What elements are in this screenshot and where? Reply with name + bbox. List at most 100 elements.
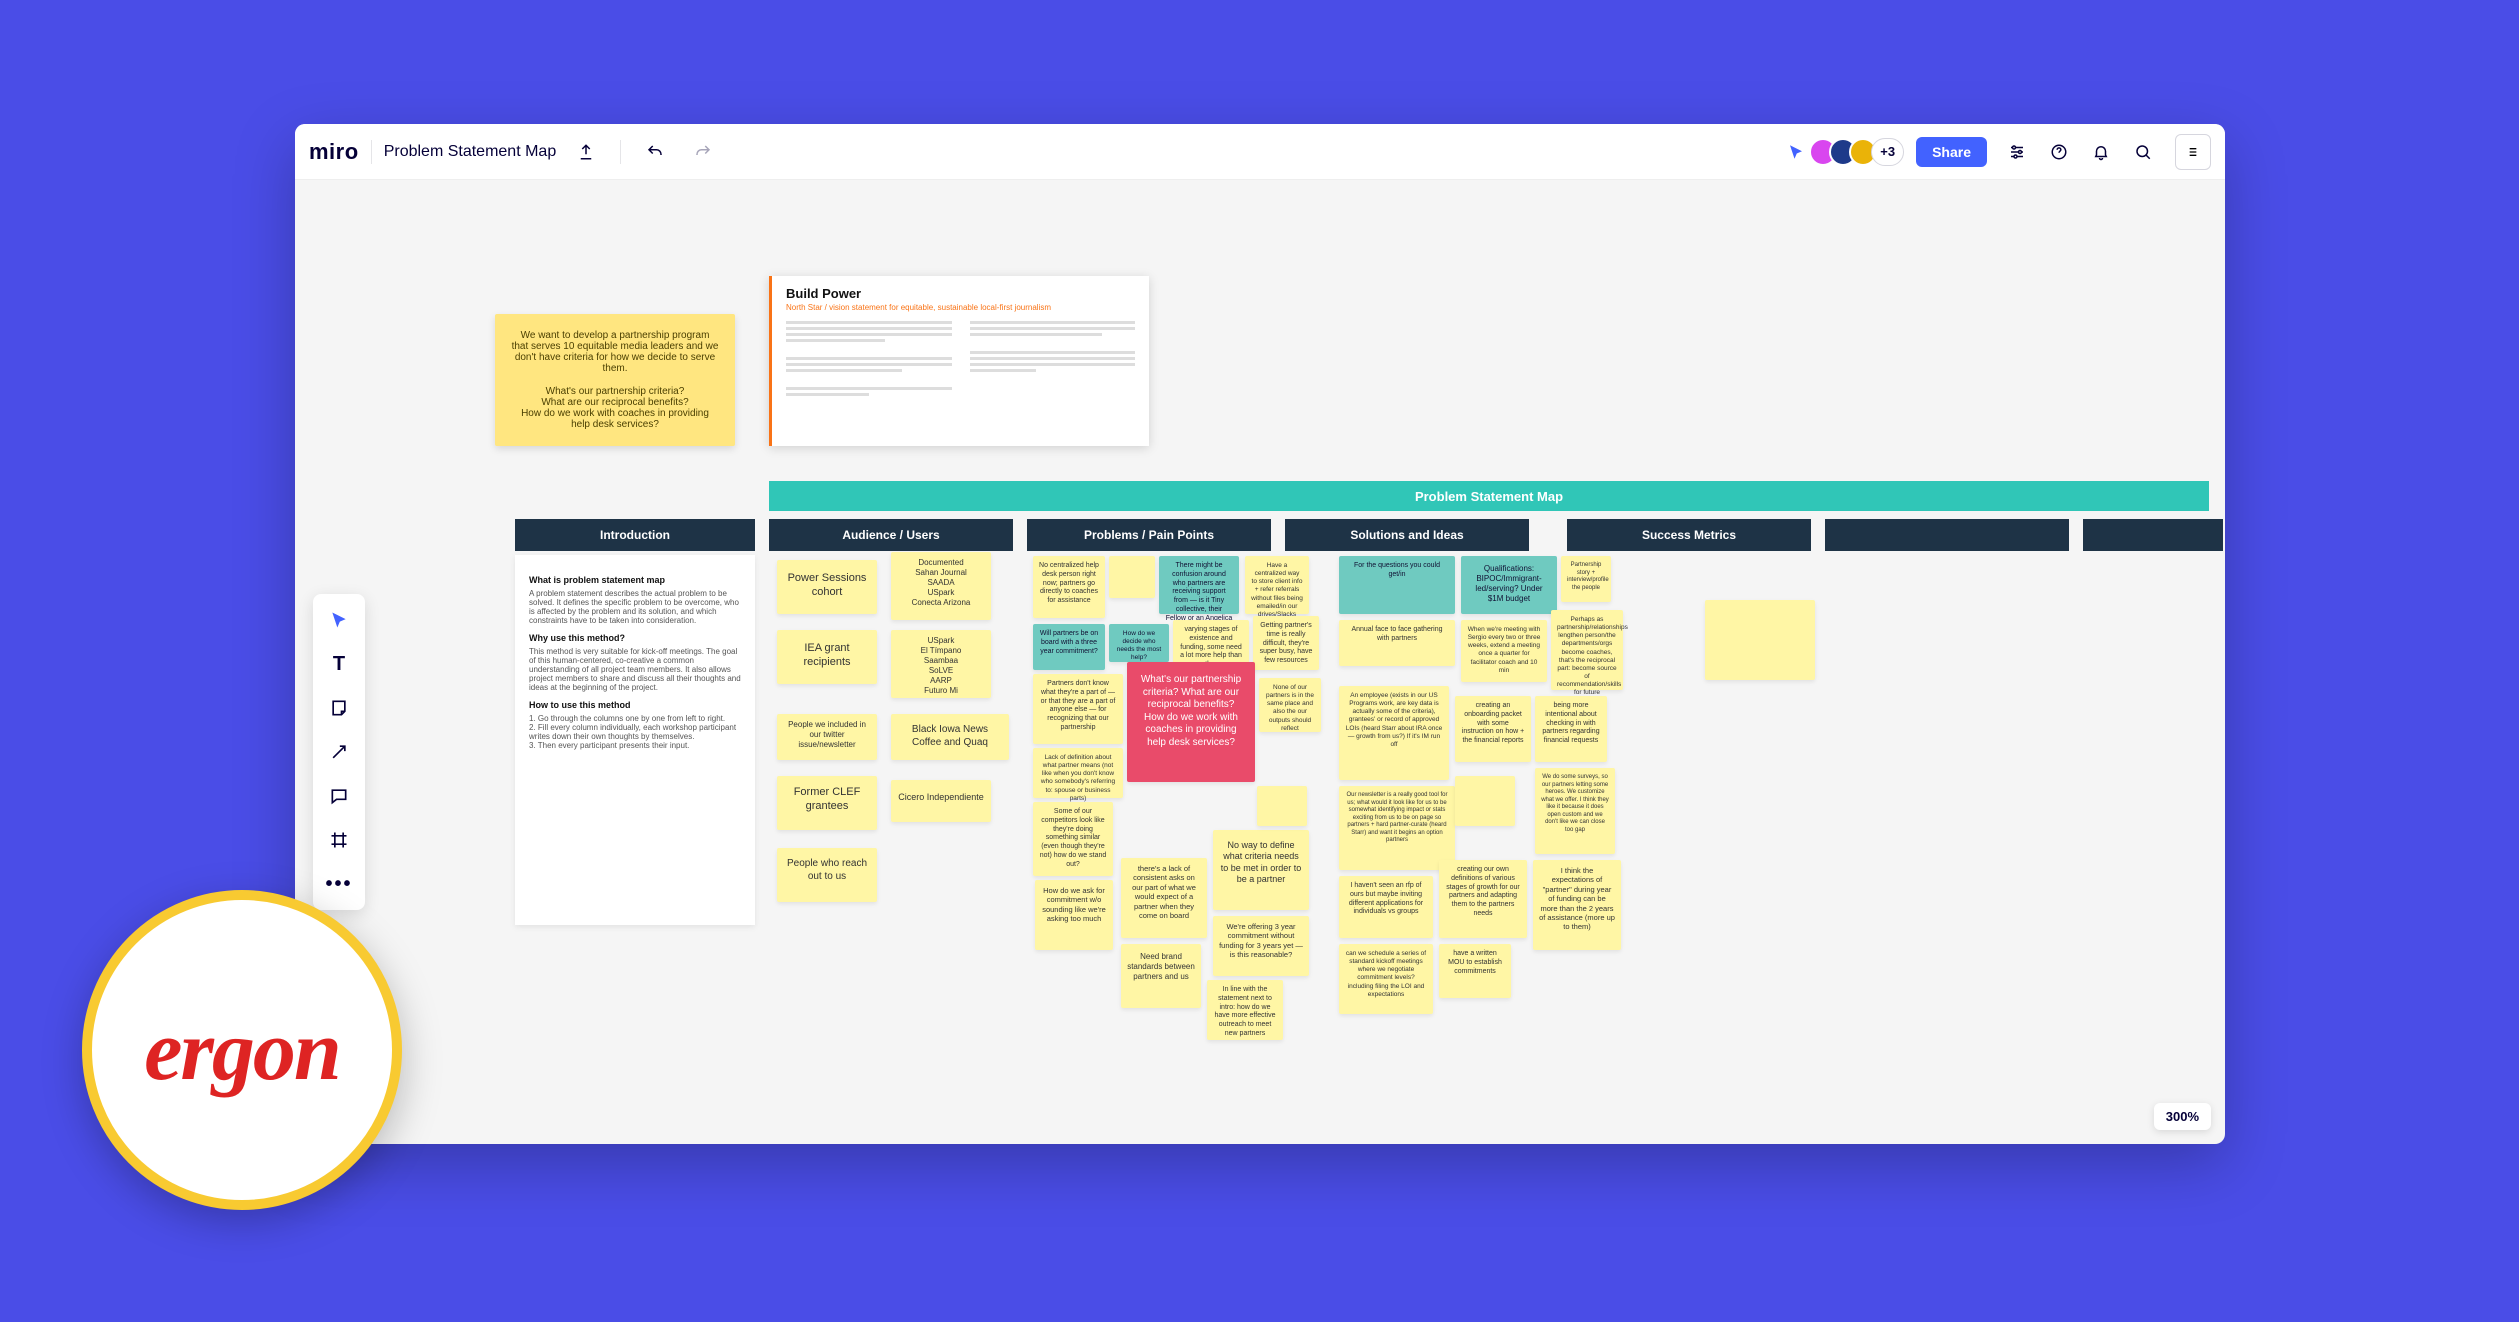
- sticky[interactable]: USpark El Tímpano Saambaa SoLVE AARP Fut…: [891, 630, 991, 698]
- intro-li: 1. Go through the columns one by one fro…: [529, 714, 741, 723]
- sticky[interactable]: I haven't seen an rfp of ours but maybe …: [1339, 876, 1433, 938]
- intro-h: Why use this method?: [529, 633, 741, 643]
- redo-icon: [694, 143, 712, 161]
- sticky[interactable]: Partners don't know what they're a part …: [1033, 674, 1123, 744]
- search-icon: [2134, 143, 2152, 161]
- sticky[interactable]: Partnership story + interview/profile th…: [1561, 556, 1611, 602]
- help-icon: [2050, 143, 2068, 161]
- doc-subtitle: North Star / vision statement for equita…: [786, 303, 1135, 312]
- embedded-doc[interactable]: Build Power North Star / vision statemen…: [769, 276, 1149, 446]
- sticky[interactable]: Former CLEF grantees: [777, 776, 877, 830]
- sticky[interactable]: have a written MOU to establish commitme…: [1439, 944, 1511, 998]
- help-button[interactable]: [2041, 134, 2077, 170]
- canvas[interactable]: We want to develop a partnership program…: [295, 180, 2225, 1144]
- column-header: Success Metrics: [1567, 519, 1811, 551]
- sticky-empty[interactable]: [1705, 600, 1815, 680]
- cursor-icon[interactable]: [1787, 143, 1805, 161]
- divider: [371, 140, 372, 164]
- sticky[interactable]: Perhaps as partnership/relationships len…: [1551, 610, 1623, 690]
- sticky[interactable]: For the questions you could get/in: [1339, 556, 1455, 614]
- sticky[interactable]: Getting partner's time is really difficu…: [1253, 616, 1319, 670]
- sticky[interactable]: In line with the statement next to intro…: [1207, 980, 1283, 1040]
- sticky[interactable]: People who reach out to us: [777, 848, 877, 902]
- summary-line: What are our reciprocal benefits?: [511, 397, 719, 408]
- intro-li: 3. Then every participant presents their…: [529, 741, 741, 750]
- activity-button[interactable]: [2175, 134, 2211, 170]
- more-collaborators[interactable]: +3: [1871, 138, 1904, 166]
- sticky[interactable]: None of our partners is in the same plac…: [1259, 678, 1321, 732]
- sticky[interactable]: Will partners be on board with a three y…: [1033, 624, 1105, 670]
- sticky[interactable]: being more intentional about checking in…: [1535, 696, 1607, 762]
- undo-button[interactable]: [637, 134, 673, 170]
- zoom-level[interactable]: 300%: [2154, 1103, 2211, 1130]
- sticky[interactable]: Lack of definition about what partner me…: [1033, 748, 1123, 798]
- ergon-badge: ergon: [82, 890, 402, 1210]
- board-title[interactable]: Problem Statement Map: [384, 143, 557, 161]
- topbar: miro Problem Statement Map +3 Share: [295, 124, 2225, 180]
- sticky[interactable]: How do we decide who needs the most help…: [1109, 624, 1169, 662]
- share-button[interactable]: Share: [1916, 137, 1987, 167]
- intro-panel[interactable]: What is problem statement map A problem …: [515, 555, 755, 925]
- sticky[interactable]: [1109, 556, 1155, 598]
- sticky[interactable]: can we schedule a series of standard kic…: [1339, 944, 1433, 1014]
- logo: miro: [309, 139, 359, 165]
- sticky[interactable]: creating our own definitions of various …: [1439, 860, 1527, 938]
- sticky[interactable]: No centralized help desk person right no…: [1033, 556, 1105, 618]
- sticky[interactable]: Power Sessions cohort: [777, 560, 877, 614]
- summary-sticky[interactable]: We want to develop a partnership program…: [495, 314, 735, 446]
- sticky[interactable]: Need brand standards between partners an…: [1121, 944, 1201, 1008]
- sticky[interactable]: IEA grant recipients: [777, 630, 877, 684]
- list-icon: [2185, 144, 2201, 160]
- undo-icon: [646, 143, 664, 161]
- intro-h: How to use this method: [529, 700, 741, 710]
- export-icon: [577, 143, 595, 161]
- sticky[interactable]: How do we ask for commitment w/o soundin…: [1035, 880, 1113, 950]
- sticky[interactable]: Qualifications: BIPOC/Immigrant-led/serv…: [1461, 556, 1557, 614]
- presence: +3: [1817, 138, 1904, 166]
- search-button[interactable]: [2125, 134, 2161, 170]
- sticky[interactable]: There might be confusion around who part…: [1159, 556, 1239, 614]
- column-header: Solutions and Ideas: [1285, 519, 1529, 551]
- summary-line: How do we work with coaches in providing…: [511, 408, 719, 430]
- sticky[interactable]: I think the expectations of "partner" du…: [1533, 860, 1621, 950]
- intro-p: This method is very suitable for kick-of…: [529, 647, 741, 692]
- sticky[interactable]: When we're meeting with Sergio every two…: [1461, 620, 1547, 682]
- divider: [620, 140, 621, 164]
- sticky[interactable]: Cicero Independiente: [891, 780, 991, 822]
- sticky[interactable]: [1455, 776, 1515, 826]
- sticky[interactable]: there's a lack of consistent asks on our…: [1121, 858, 1207, 938]
- column-header: Introduction: [515, 519, 755, 551]
- notifications-button[interactable]: [2083, 134, 2119, 170]
- intro-p: A problem statement describes the actual…: [529, 589, 741, 625]
- sticky[interactable]: Black Iowa News Coffee and Quaq: [891, 714, 1009, 760]
- export-button[interactable]: [568, 134, 604, 170]
- sticky[interactable]: We're offering 3 year commitment without…: [1213, 916, 1309, 976]
- app-window: miro Problem Statement Map +3 Share: [295, 124, 2225, 1144]
- intro-h: What is problem statement map: [529, 575, 741, 585]
- sticky[interactable]: Some of our competitors look like they'r…: [1033, 802, 1113, 876]
- column-header: [2083, 519, 2223, 551]
- sticky[interactable]: Documented Sahan Journal SAADA USpark Co…: [891, 552, 991, 620]
- settings-button[interactable]: [1999, 134, 2035, 170]
- sticky[interactable]: An employee (exists in our US Programs w…: [1339, 686, 1449, 780]
- column-header: [1825, 519, 2069, 551]
- sliders-icon: [2008, 143, 2026, 161]
- sticky[interactable]: [1257, 786, 1307, 826]
- doc-title: Build Power: [786, 286, 1135, 301]
- sticky[interactable]: Annual face to face gathering with partn…: [1339, 620, 1455, 666]
- sticky[interactable]: No way to define what criteria needs to …: [1213, 830, 1309, 910]
- summary-line: We want to develop a partnership program…: [511, 330, 719, 374]
- redo-button[interactable]: [685, 134, 721, 170]
- sticky-highlight[interactable]: What's our partnership criteria? What ar…: [1127, 662, 1255, 782]
- intro-li: 2. Fill every column individually, each …: [529, 723, 741, 741]
- map-banner: Problem Statement Map: [769, 481, 2209, 511]
- column-header: Problems / Pain Points: [1027, 519, 1271, 551]
- sticky[interactable]: People we included in our twitter issue/…: [777, 714, 877, 760]
- badge-text: ergon: [144, 1000, 339, 1100]
- summary-line: What's our partnership criteria?: [511, 386, 719, 397]
- sticky[interactable]: Have a centralized way to store client i…: [1245, 556, 1309, 614]
- sticky[interactable]: Our newsletter is a really good tool for…: [1339, 786, 1455, 870]
- bell-icon: [2092, 143, 2110, 161]
- sticky[interactable]: creating an onboarding packet with some …: [1455, 696, 1531, 762]
- sticky[interactable]: We do some surveys, so our partners lett…: [1535, 768, 1615, 854]
